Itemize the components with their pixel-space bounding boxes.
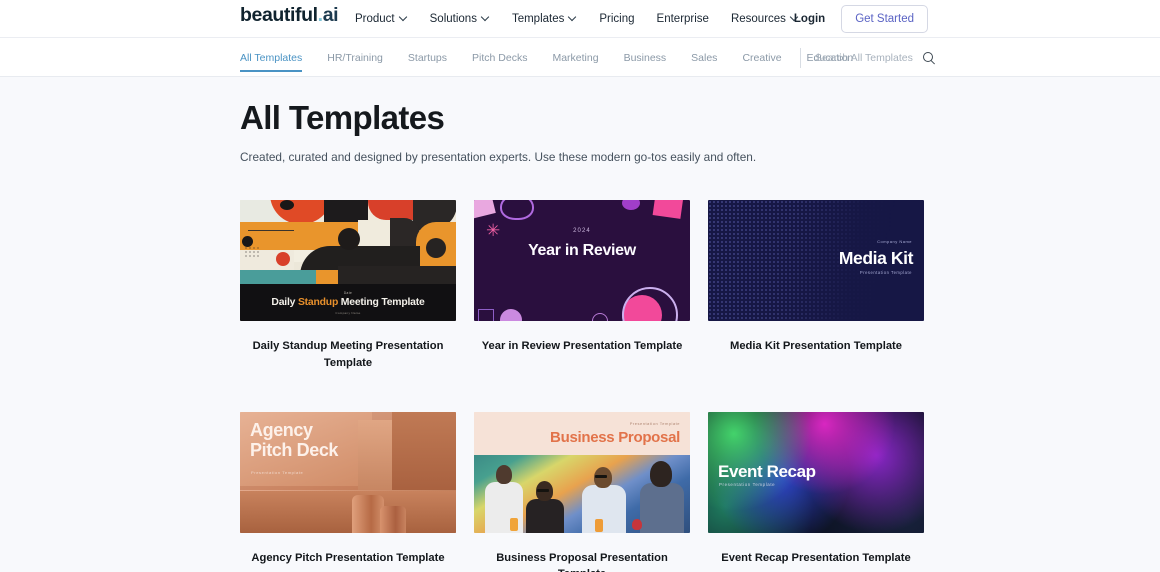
thumb-sub-label: Presentation Template (251, 469, 304, 475)
thumb-post-label: Company Name (335, 310, 361, 315)
page-title: All Templates (240, 99, 445, 136)
template-card-daily-standup[interactable]: Date Daily Standup Meeting Template Comp… (240, 200, 456, 370)
nav-label: Product (355, 13, 395, 25)
template-grid-row-1: Date Daily Standup Meeting Template Comp… (240, 200, 930, 370)
tab-business[interactable]: Business (624, 38, 667, 77)
template-title: Business Proposal Presentation Template (496, 551, 668, 572)
page-subtitle: Created, curated and designed by present… (240, 149, 757, 164)
thumbnail-artwork (240, 200, 456, 285)
template-card-media-kit[interactable]: Company Name Media Kit Presentation Temp… (708, 200, 924, 370)
thumb-headline: Event Recap (718, 461, 816, 481)
template-title: Agency Pitch Presentation Template (251, 551, 445, 564)
search-divider (800, 47, 801, 68)
nav-item-resources[interactable]: Resources (731, 13, 799, 25)
logo-suffix: ai (322, 4, 339, 26)
tab-creative[interactable]: Creative (742, 38, 781, 77)
nav-item-product[interactable]: Product (355, 13, 408, 25)
header-actions: Login Get Started (794, 0, 1160, 38)
chevron-down-icon (400, 14, 408, 22)
thumb-sub-label: Presentation Template (859, 270, 912, 276)
template-card-event-recap[interactable]: Event Recap Presentation Template Event … (708, 411, 924, 572)
site-header: beautiful.ai Product Solutions Templates… (0, 0, 1160, 38)
template-thumbnail[interactable]: Date Daily Standup Meeting Template Comp… (240, 200, 456, 322)
nav-label: Enterprise (656, 13, 709, 25)
thumb-company-label: Company Name (877, 239, 912, 245)
nav-label: Pricing (599, 13, 635, 25)
template-card-agency-pitch[interactable]: Agency Pitch Deck Presentation Template … (240, 411, 456, 572)
get-started-button[interactable]: Get Started (841, 5, 928, 33)
nav-label: Resources (730, 13, 786, 25)
primary-nav: Product Solutions Templates Pricing Ente… (355, 0, 799, 38)
tab-marketing[interactable]: Marketing (552, 38, 598, 77)
content-container: All Templates Created, curated and desig… (240, 77, 930, 572)
thumb-year-label: 2024 (573, 228, 591, 235)
nav-item-templates[interactable]: Templates (512, 13, 577, 25)
template-title: Daily Standup Meeting Presentation Templ… (252, 340, 444, 369)
template-grid-row-2: Agency Pitch Deck Presentation Template … (240, 411, 930, 572)
search-icon[interactable] (923, 51, 935, 64)
search-input[interactable] (815, 51, 915, 64)
template-thumbnail[interactable]: ✳ 2024 Year in Review (474, 200, 690, 322)
category-tabs: All Templates HR/Training Startups Pitch… (240, 38, 853, 77)
site-logo[interactable]: beautiful.ai (240, 4, 339, 26)
search-area (800, 38, 935, 77)
nav-label: Solutions (429, 13, 477, 25)
thumb-pre-label: Date (343, 290, 353, 295)
category-nav-bar: All Templates HR/Training Startups Pitch… (0, 38, 1160, 77)
thumb-pre-label: Presentation Template (629, 420, 680, 426)
template-thumbnail[interactable]: Agency Pitch Deck Presentation Template (240, 411, 456, 533)
template-thumbnail[interactable]: Presentation Template Business Proposal (474, 411, 690, 533)
tab-sales[interactable]: Sales (691, 38, 717, 77)
nav-label: Templates (511, 13, 565, 25)
thumb-headline: Year in Review (528, 242, 636, 260)
logo-word: beautiful (240, 4, 318, 26)
thumbnail-photo (474, 454, 690, 533)
chevron-down-icon (482, 14, 490, 22)
page-body: All Templates Created, curated and desig… (0, 77, 1160, 572)
tab-pitch-decks[interactable]: Pitch Decks (472, 38, 527, 77)
template-card-business-proposal[interactable]: Presentation Template Business Proposal (474, 411, 690, 572)
chevron-down-icon (569, 14, 577, 22)
thumb-headline: Agency Pitch Deck (250, 419, 339, 461)
thumb-headline: Daily Standup Meeting Template (271, 296, 425, 308)
nav-item-enterprise[interactable]: Enterprise (657, 13, 709, 25)
nav-item-solutions[interactable]: Solutions (430, 13, 490, 25)
thumb-sub-label: Presentation Template (719, 481, 776, 487)
template-card-year-in-review[interactable]: ✳ 2024 Year in Review Year in Review Pre… (474, 200, 690, 370)
template-title: Year in Review Presentation Template (481, 340, 683, 353)
login-link[interactable]: Login (794, 13, 825, 25)
thumb-headline: Media Kit (838, 248, 914, 269)
template-thumbnail[interactable]: Company Name Media Kit Presentation Temp… (708, 200, 924, 322)
tab-all-templates[interactable]: All Templates (240, 38, 303, 77)
template-title: Media Kit Presentation Template (730, 340, 902, 353)
template-title: Event Recap Presentation Template (721, 551, 911, 564)
nav-item-pricing[interactable]: Pricing (599, 13, 634, 25)
tab-hr-training[interactable]: HR/Training (327, 38, 383, 77)
template-thumbnail[interactable]: Event Recap Presentation Template (708, 411, 924, 533)
thumb-headline: Business Proposal (550, 428, 680, 446)
thumbnail-caption-band: Date Daily Standup Meeting Template Comp… (240, 284, 456, 322)
tab-startups[interactable]: Startups (408, 38, 447, 77)
